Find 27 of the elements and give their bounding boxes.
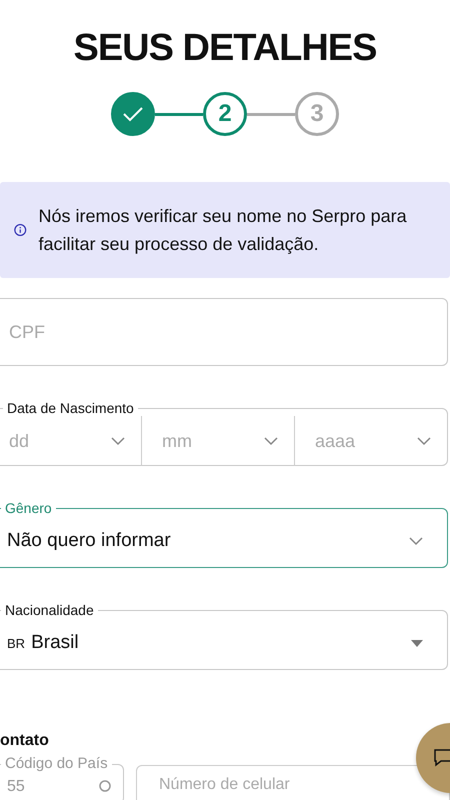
step-indicator: 3 — [295, 92, 339, 136]
select-value: Brasil — [31, 632, 79, 654]
chevron-down-icon — [111, 436, 125, 446]
step-indicator: 2 — [203, 92, 247, 136]
field-label: Nacionalidade — [4, 602, 95, 618]
chevron-down-icon — [417, 436, 431, 446]
field-label: Gênero — [4, 500, 53, 516]
select-field[interactable]: Gênero Não quero informar — [0, 500, 448, 568]
field-label: Data de Nascimento — [6, 400, 135, 416]
field-value: 55 — [7, 778, 25, 796]
info-text: Nós iremos verificar seu nome no Serpro para facilitar seu processo de validação. — [38, 205, 408, 256]
section-heading: ontato — [0, 732, 50, 750]
chevron-down-icon — [264, 436, 278, 446]
page-title: SEUS DETALHES — [72, 26, 378, 70]
chevron-down-icon — [409, 536, 423, 546]
chat-icon — [434, 749, 450, 767]
date-dropdown[interactable]: aaaa — [295, 416, 447, 466]
caret-down-icon — [411, 640, 423, 646]
country-code: BR — [7, 636, 26, 651]
check-icon — [123, 106, 143, 122]
cpf-field[interactable]: CPF — [0, 298, 448, 366]
field-label: Código do País — [4, 756, 109, 772]
date-dropdown[interactable]: dd — [0, 416, 142, 466]
country-code-field[interactable]: Código do País 55 — [0, 756, 124, 800]
select-field[interactable]: Nacionalidade BR Brasil — [0, 602, 448, 670]
select-value: Não quero informar — [7, 530, 171, 552]
date-dropdown[interactable]: mm — [142, 416, 295, 466]
